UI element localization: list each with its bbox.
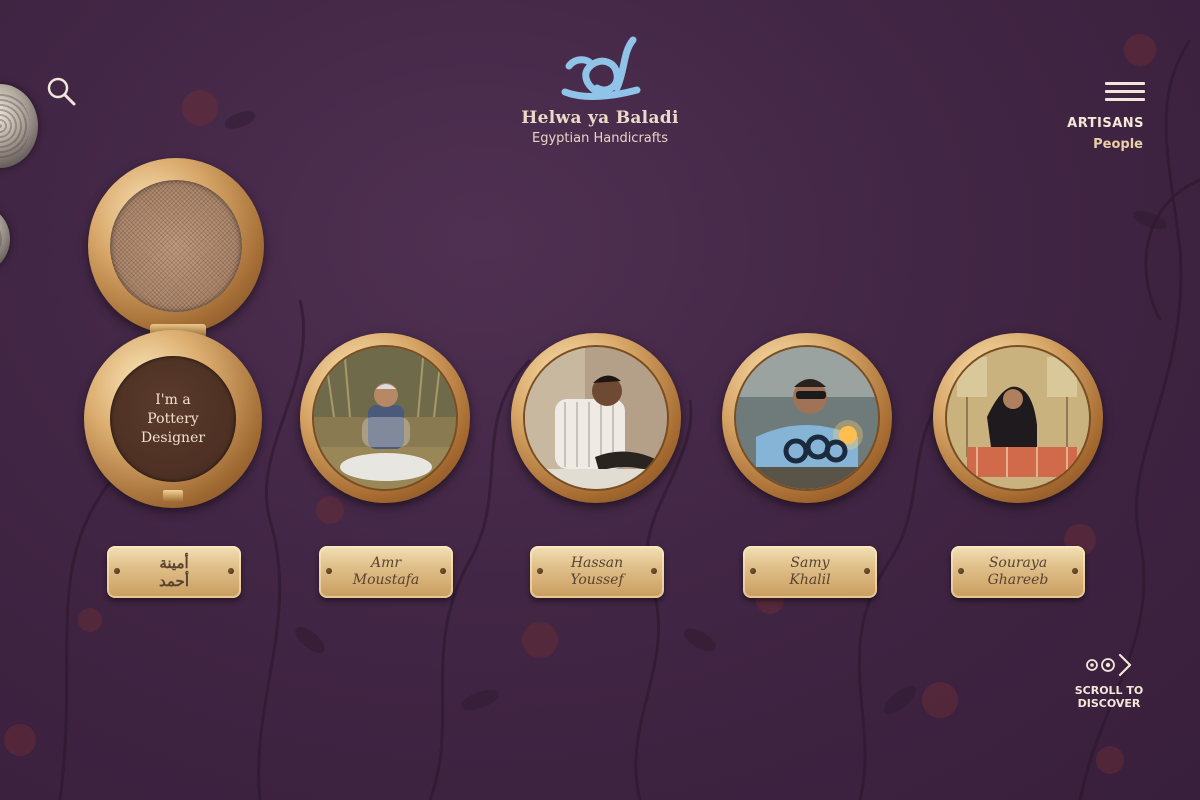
hamburger-menu-button[interactable]	[1105, 82, 1145, 106]
search-icon	[47, 77, 76, 106]
artisan-name: Samy Khalil	[789, 555, 831, 588]
compact-mesh	[110, 180, 242, 312]
compact-disc: I'm a Pottery Designer	[110, 356, 236, 482]
featured-caption: I'm a Pottery Designer	[140, 391, 206, 446]
artisan-name: Amr Moustafa	[352, 555, 420, 588]
hamburger-menu-icon	[1105, 82, 1145, 85]
compact-lid[interactable]	[88, 158, 264, 334]
artisan-name-plaque[interactable]: Hassan Youssef	[530, 546, 664, 598]
scroll-right-icon	[1086, 653, 1132, 677]
artisan-name: أمينة أحمد	[159, 554, 189, 590]
brand-name: Helwa ya Baladi	[521, 108, 679, 128]
scroll-label: SCROLL TO DISCOVER	[1074, 684, 1144, 710]
artisan-name-plaque[interactable]: أمينة أحمد	[107, 546, 241, 598]
calligraphy-logo-icon	[561, 36, 641, 100]
section-subtitle[interactable]: People	[1093, 137, 1143, 152]
artisan-weaving-photo	[314, 347, 456, 489]
artisan-name: Souraya Ghareeb	[987, 555, 1049, 588]
artisan-medallion[interactable]	[511, 333, 681, 503]
scroll-to-discover-button[interactable]: SCROLL TO DISCOVER	[1068, 652, 1150, 710]
compact-clasp	[163, 490, 183, 502]
artisan-loom-photo	[947, 347, 1089, 489]
artisan-medallion[interactable]	[722, 333, 892, 503]
artisan-name-plaque[interactable]: Souraya Ghareeb	[951, 546, 1085, 598]
brand-tagline: Egyptian Handicrafts	[532, 131, 668, 146]
search-button[interactable]	[44, 74, 78, 108]
menu-line	[1105, 90, 1145, 93]
artisan-carving-photo	[525, 347, 667, 489]
artisan-medallion[interactable]	[933, 333, 1103, 503]
lantern-decoration	[0, 206, 10, 272]
lantern-decoration	[0, 84, 38, 168]
menu-line	[1105, 98, 1145, 101]
artisan-medallion[interactable]	[300, 333, 470, 503]
artisan-name-plaque[interactable]: Amr Moustafa	[319, 546, 453, 598]
brand-logo[interactable]: Helwa ya Baladi Egyptian Handicrafts	[520, 30, 680, 146]
section-title[interactable]: ARTISANS	[1067, 116, 1144, 131]
artisan-glassblowing-photo	[736, 347, 878, 489]
artisan-name-plaque[interactable]: Samy Khalil	[743, 546, 877, 598]
artisan-name: Hassan Youssef	[570, 555, 624, 588]
featured-artisan-compact[interactable]: I'm a Pottery Designer	[84, 330, 262, 508]
